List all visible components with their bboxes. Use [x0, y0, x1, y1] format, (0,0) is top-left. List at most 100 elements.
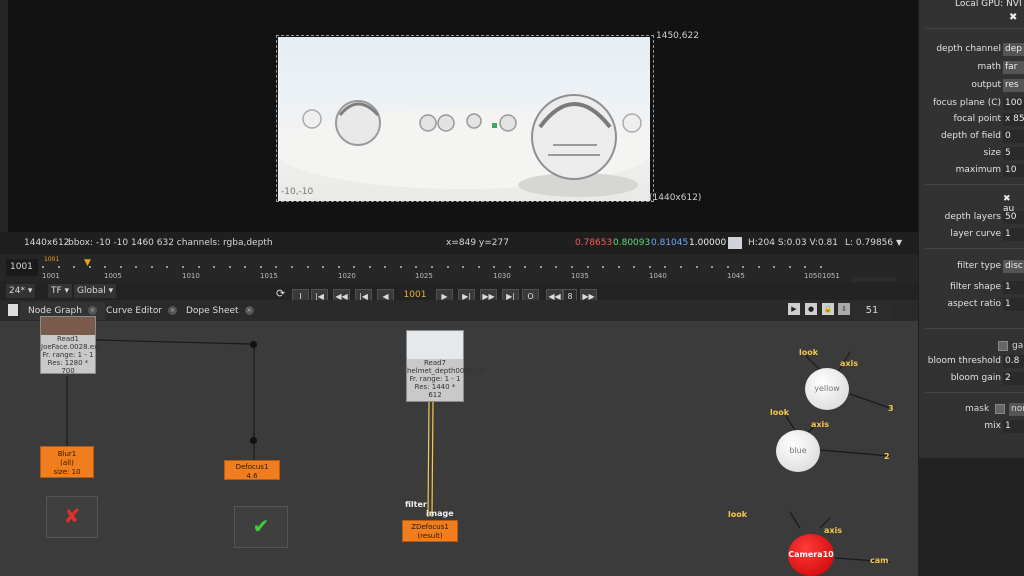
- format-corner-bottom-right: (1440x612): [649, 193, 702, 203]
- depth-layers-field[interactable]: 50: [1003, 211, 1024, 224]
- pixel-green: 0.80093: [613, 238, 651, 248]
- yellow-axis-node[interactable]: yellow: [805, 368, 849, 410]
- timeline-start-field[interactable]: 1001: [6, 259, 38, 276]
- zdefocus1-node[interactable]: ZDefocus1 (result): [402, 520, 458, 542]
- loop-icon[interactable]: ⟳: [276, 287, 285, 300]
- depth-of-field-row[interactable]: depth of field 0: [919, 130, 1024, 144]
- close-icon[interactable]: ×: [168, 306, 178, 315]
- aspect-ratio-field[interactable]: 1: [1003, 298, 1024, 311]
- mask-select[interactable]: nor: [1009, 403, 1024, 416]
- pane-menu-icon[interactable]: [8, 304, 18, 316]
- close-icon[interactable]: ×: [87, 306, 97, 315]
- size-label: size: [983, 148, 1001, 158]
- blur1-node[interactable]: Blur1 (all) size: 10: [40, 446, 94, 478]
- tab-dope-sheet[interactable]: Dope Sheet ×: [178, 302, 262, 320]
- filter-shape-field[interactable]: 1: [1003, 281, 1024, 294]
- timeline-frame-dot: [260, 266, 262, 268]
- fps-select[interactable]: 24* ▾: [6, 284, 36, 298]
- timeline-tick: 1051: [822, 272, 840, 280]
- dot-node[interactable]: [250, 437, 257, 444]
- depth-channel-select[interactable]: dep: [1003, 43, 1024, 56]
- layer-curve-field[interactable]: 1: [1003, 228, 1024, 241]
- size-field[interactable]: 5: [1003, 147, 1024, 160]
- output-row[interactable]: output res: [919, 79, 1024, 93]
- focus-plane-field[interactable]: 100: [1003, 97, 1024, 110]
- lock-icon[interactable]: 🔒: [822, 303, 834, 315]
- timeline-frame-dot: [415, 266, 417, 268]
- layer-curve-row[interactable]: layer curve 1: [919, 228, 1024, 242]
- zdefocus1-sub: (result): [417, 532, 443, 540]
- bloom-threshold-field[interactable]: 0.8: [1003, 355, 1024, 368]
- depth-channel-row[interactable]: depth channel dep: [919, 43, 1024, 57]
- panel-divider: [925, 392, 1024, 393]
- read7-node[interactable]: Read7 helmet_depth0001.exr Fr. range: 1 …: [406, 330, 487, 402]
- timeline-frame-dot: [198, 266, 200, 268]
- output-label: output: [971, 80, 1001, 90]
- frame-increment-field[interactable]: 51: [852, 302, 892, 320]
- playhead-label: 1001: [44, 256, 60, 263]
- timeline-frame-dot: [229, 266, 231, 268]
- close-icon[interactable]: ✖: [1009, 12, 1017, 23]
- maximum-field[interactable]: 10: [1003, 164, 1024, 177]
- timeline-frame-dot: [509, 266, 511, 268]
- mix-field[interactable]: 1: [1003, 420, 1024, 433]
- bloom-threshold-label: bloom threshold: [927, 356, 1001, 366]
- panel-divider: [925, 184, 1024, 185]
- bloom-gain-field[interactable]: 2: [1003, 372, 1024, 385]
- timeline-frame-dot: [213, 266, 215, 268]
- timeline-ruler[interactable]: ▼ 1001 1001 1005 1010 1015 1020 1025 1030 1035 1…: [42, 256, 850, 282]
- timeline-frame-dot: [120, 266, 122, 268]
- format-label: 1440x612: [24, 238, 70, 248]
- size-row[interactable]: size 5: [919, 147, 1024, 161]
- filter-type-select[interactable]: disc: [1003, 260, 1024, 273]
- defocus1-node[interactable]: Defocus1 4.6: [224, 460, 280, 480]
- output-select[interactable]: res: [1003, 79, 1024, 92]
- math-row[interactable]: math far: [919, 61, 1024, 75]
- read7-title: Read7: [423, 359, 447, 367]
- bloom-gain-row[interactable]: bloom gain 2: [919, 372, 1024, 386]
- timeline[interactable]: 1001 ▼ 1001 1001 1005 1010 1015 1020 1025 1030…: [0, 254, 918, 282]
- tab-curve-editor[interactable]: Curve Editor ×: [98, 302, 185, 320]
- depth-layers-label: depth layers: [944, 212, 1001, 222]
- export-icon[interactable]: ⇩: [838, 303, 850, 315]
- node-graph-canvas[interactable]: Read1 JoeFace.0028.exr Fr. range: 1 - 1 …: [0, 316, 918, 576]
- dot-node[interactable]: [250, 341, 257, 348]
- depth-layers-row[interactable]: depth layers 50: [919, 211, 1024, 225]
- panel-bottom-area: [918, 458, 1024, 576]
- focus-plane-row[interactable]: focus plane (C) 100: [919, 97, 1024, 111]
- aspect-ratio-row[interactable]: aspect ratio 1: [919, 298, 1024, 312]
- pixel-alpha: 1.00000: [689, 238, 727, 248]
- focal-point-field[interactable]: x 85: [1003, 113, 1024, 126]
- math-select[interactable]: far: [1003, 61, 1024, 74]
- filter-type-row[interactable]: filter type disc: [919, 260, 1024, 274]
- tf-select[interactable]: TF ▾: [48, 284, 73, 298]
- record-icon[interactable]: ●: [805, 303, 817, 315]
- fps-value: 24*: [9, 286, 25, 296]
- close-icon[interactable]: ×: [244, 306, 254, 315]
- cursor-coords: x=849 y=277: [446, 238, 509, 248]
- viewer-info-bar: 1440x612 bbox: -10 -10 1460 632 channels…: [0, 232, 918, 254]
- timeline-tick: 1001: [42, 272, 60, 280]
- filter-shape-row[interactable]: filter shape 1: [919, 281, 1024, 295]
- depth-of-field-field[interactable]: 0: [1003, 130, 1024, 143]
- defocus1-title: Defocus1: [235, 463, 269, 471]
- focus-plane-label: focus plane (C): [932, 98, 1001, 108]
- mask-label: mask: [965, 404, 990, 414]
- info-menu-icon[interactable]: ▼: [896, 238, 902, 247]
- timeline-frame-dot: [166, 266, 168, 268]
- range-scope-select[interactable]: Global ▾: [74, 284, 117, 298]
- blue-axis-node[interactable]: blue: [776, 430, 820, 472]
- gamma-checkbox[interactable]: [998, 341, 1008, 351]
- timeline-frame-dot: [587, 266, 589, 268]
- play-icon[interactable]: ▶: [788, 303, 800, 315]
- viewer[interactable]: 1450,622 (1440x612) -10,-10: [0, 0, 918, 232]
- maximum-row[interactable]: maximum 10: [919, 164, 1024, 178]
- render-image[interactable]: [278, 37, 650, 201]
- filter-shape-label: filter shape: [950, 282, 1001, 292]
- bloom-threshold-row[interactable]: bloom threshold 0.8: [919, 355, 1024, 369]
- read1-node[interactable]: Read1 JoeFace.0028.exr Fr. range: 1 - 1 …: [40, 316, 101, 375]
- camera-node[interactable]: Camera10: [788, 534, 834, 576]
- focal-point-row[interactable]: focal point x 85: [919, 113, 1024, 127]
- mix-row[interactable]: mix 1: [919, 420, 1024, 434]
- mask-checkbox[interactable]: [995, 404, 1005, 414]
